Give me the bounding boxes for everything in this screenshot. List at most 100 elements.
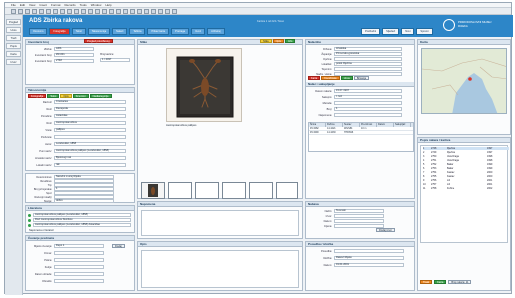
don-rows-field[interactable]	[334, 219, 384, 223]
toolbar-button-10[interactable]	[81, 9, 86, 14]
storage-rows-field[interactable]	[54, 258, 104, 262]
ident-rows-field[interactable]: ZR-001	[54, 53, 94, 57]
ident-rows-field[interactable]: ADS	[54, 47, 94, 51]
location-button-1[interactable]: Koordinate	[321, 76, 340, 80]
toolbar-button-15[interactable]	[116, 9, 121, 14]
location-button-2[interactable]: Unos	[340, 76, 353, 80]
storage-rows-field[interactable]	[54, 272, 104, 276]
left-nav-item-4[interactable]: Karta	[6, 51, 21, 57]
toolbar-button-11[interactable]	[88, 9, 93, 14]
thumb-5[interactable]	[249, 182, 273, 199]
loc-rows-field[interactable]	[334, 67, 402, 71]
finds-bottom-0[interactable]: Tisak	[420, 280, 433, 284]
menu-5[interactable]: Records	[65, 3, 76, 7]
tab-9[interactable]: Arhiviraj	[207, 28, 225, 35]
tax-rows-field[interactable]: Crustacea	[54, 100, 126, 104]
list-item[interactable]: 4 2751 Vela Draga 1998	[423, 159, 509, 162]
toolbar-button-13[interactable]	[102, 9, 107, 14]
tax-rows-field[interactable]: rak	[54, 163, 126, 167]
list-item[interactable]: 8 2755 Kastav 2000	[423, 175, 509, 178]
storage-rows-field[interactable]	[54, 265, 104, 269]
toolbar-button-0[interactable]	[11, 9, 16, 14]
taxonomy-button-2[interactable]: Opis	[60, 94, 72, 98]
toolbar-button-2[interactable]	[25, 9, 30, 14]
storage-rows-field[interactable]: Depo 1	[54, 244, 104, 248]
thumb-2[interactable]	[168, 182, 192, 199]
menu-0[interactable]: File	[11, 3, 16, 7]
tax-rows-field[interactable]: Bjelonogi rak	[54, 156, 126, 160]
tax-rows-field[interactable]: Austropotamobius	[54, 121, 126, 125]
acquisition-add-button[interactable]: Dodaj izvor	[376, 228, 395, 232]
loc-sub-rows-field[interactable]: 1	[334, 107, 402, 111]
storage-add-button[interactable]: Dodaj	[112, 244, 125, 248]
literature-field[interactable]: Rod: Austropotamobius Skorikov	[33, 218, 131, 222]
loc-sub-rows-field[interactable]: 15.07.1997	[334, 89, 402, 93]
ident-rows-field[interactable]: 2748	[54, 59, 94, 63]
loc-rows-field[interactable]: Hrvatska	[334, 47, 402, 51]
toolbar-button-14[interactable]	[109, 9, 114, 14]
toolbar-button-22[interactable]	[165, 9, 170, 14]
tax-rows-field[interactable]: pallipes	[54, 128, 126, 132]
toolbar-button-20[interactable]	[151, 9, 156, 14]
photo-tag-1[interactable]: Opis	[272, 39, 284, 43]
menu-4[interactable]: Format	[51, 3, 61, 7]
loc-sub-rows-field[interactable]: I. Ivić	[334, 95, 402, 99]
literature-field[interactable]: Austropotamobius pallipes (Lereboullet, …	[33, 213, 131, 217]
thumb-6[interactable]	[276, 182, 298, 199]
list-item[interactable]: 11 2758 Fužine 2002	[423, 187, 509, 190]
loan-rows-field[interactable]: 01.01.2001	[334, 263, 404, 267]
toolbar-button-17[interactable]	[130, 9, 135, 14]
literature-field[interactable]: Austropotamobius pallipes (Lereboullet, …	[33, 223, 131, 227]
thumb-4[interactable]	[222, 182, 246, 199]
thumb-3[interactable]	[195, 182, 219, 199]
menu-8[interactable]: Help	[105, 3, 111, 7]
list-item[interactable]: 2 2749 Rječina 1997	[423, 151, 509, 154]
tax-rows-field[interactable]: Decapoda	[54, 107, 126, 111]
header-button-3[interactable]: Spremi	[416, 28, 433, 35]
loan-rows-field[interactable]	[334, 249, 404, 253]
loan-rows-field[interactable]: Rakovi Rijeke	[334, 256, 404, 260]
tax-rows-field[interactable]: Austropotamobius pallipes (Lereboullet, …	[54, 149, 126, 153]
list-item[interactable]: 10 2757 Lič 2001	[423, 183, 509, 186]
toolbar-button-23[interactable]	[172, 9, 177, 14]
tab-6[interactable]: Prikaz karte	[147, 28, 170, 35]
coord-row[interactable]: 45.3490 14.4430 HTRS96	[309, 131, 413, 135]
left-nav-item-0[interactable]: Pregled	[6, 19, 21, 25]
header-button-2[interactable]: Novi	[401, 28, 415, 35]
notes-textarea[interactable]	[141, 210, 299, 236]
location-button-0[interactable]: Karta	[308, 76, 321, 80]
location-map[interactable]	[421, 48, 507, 114]
loc-rows-field[interactable]: Primorsko-goranska	[334, 52, 402, 56]
tab-4[interactable]: Nalazi	[112, 28, 128, 35]
loc-rows-field[interactable]: potok Rječina	[334, 62, 402, 66]
loc-sub-rows-field[interactable]	[334, 101, 402, 105]
left-nav-item-3[interactable]: Popis	[6, 43, 21, 49]
photo-tag-0[interactable]: Slika	[260, 39, 272, 43]
toolbar-button-12[interactable]	[95, 9, 100, 14]
header-button-0[interactable]: Prethodni	[361, 28, 381, 35]
photo-tag-2[interactable]: Info	[284, 39, 296, 43]
specimen-photo[interactable]	[166, 48, 242, 122]
loc-rows-field[interactable]	[334, 57, 402, 61]
toolbar-button-9[interactable]	[74, 9, 79, 14]
don-rows-field[interactable]	[334, 214, 384, 218]
tax-rows-field[interactable]: Astacidae	[54, 114, 126, 118]
toolbar-button-4[interactable]	[39, 9, 44, 14]
list-item[interactable]: 5 2752 Bakar 1999	[423, 163, 509, 166]
finds-bottom-1[interactable]: Karta	[434, 280, 447, 284]
don-rows-field[interactable]: Terenski	[334, 209, 384, 213]
list-item[interactable]: 6 2753 Bakar 1999	[423, 167, 509, 170]
left-nav-item-1[interactable]: Unos	[6, 27, 21, 33]
menu-3[interactable]: Insert	[39, 3, 47, 7]
tab-2[interactable]: Tekst	[71, 28, 86, 35]
toolbar-button-16[interactable]	[123, 9, 128, 14]
list-item[interactable]: 9 2756 Lič 2001	[423, 179, 509, 182]
thumb-crayfish[interactable]	[141, 182, 165, 199]
tab-5[interactable]: Tablica	[129, 28, 146, 35]
left-nav-item-2[interactable]: Traži	[6, 35, 21, 41]
extra-rows-field[interactable]: dobro	[54, 199, 114, 203]
menu-1[interactable]: Edit	[20, 3, 25, 7]
toolbar-button-5[interactable]	[46, 9, 51, 14]
tab-0[interactable]: Osnovno	[29, 28, 48, 35]
menu-2[interactable]: View	[29, 3, 35, 7]
